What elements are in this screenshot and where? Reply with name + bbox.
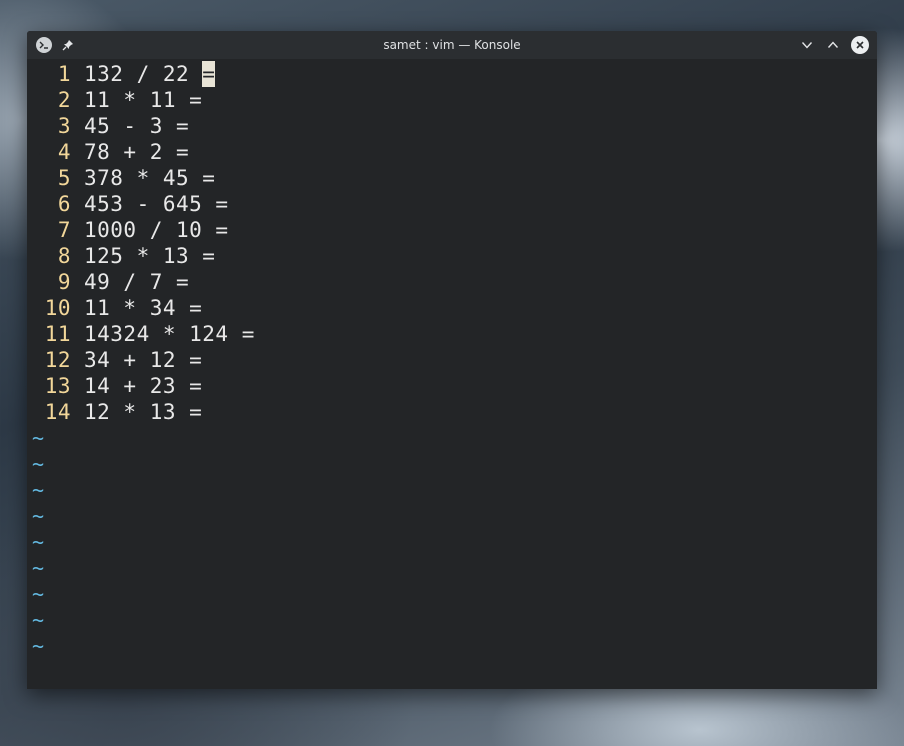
editor-line: 14 12 * 13 = — [27, 399, 877, 425]
editor-line: 12 34 + 12 = — [27, 347, 877, 373]
line-number: 11 — [44, 322, 71, 346]
editor-line: 11 14324 * 124 = — [27, 321, 877, 347]
editor-line: 6 453 - 645 = — [27, 191, 877, 217]
editor-line: 7 1000 / 10 = — [27, 217, 877, 243]
line-number: 5 — [57, 166, 71, 190]
line-number: 14 — [44, 400, 71, 424]
line-number: 10 — [44, 296, 71, 320]
terminal-icon[interactable] — [36, 37, 52, 53]
empty-line-marker: ~ — [32, 530, 45, 554]
editor-line: 8 125 * 13 = — [27, 243, 877, 269]
empty-line-marker: ~ — [32, 582, 45, 606]
line-text: 12 * 13 = — [84, 400, 203, 424]
empty-line-marker: ~ — [32, 426, 45, 450]
vim-editor[interactable]: 1 132 / 22 = 2 11 * 11 = 3 45 - 3 = 4 78 + 2… — [27, 59, 877, 689]
text-cursor: = — [202, 61, 216, 87]
line-number: 2 — [57, 88, 71, 112]
window-title: samet : vim — Konsole — [383, 38, 521, 52]
chevron-down-icon[interactable] — [799, 37, 815, 53]
line-text: 11 * 11 = — [84, 88, 203, 112]
line-text: 14 + 23 = — [84, 374, 203, 398]
editor-line: 13 14 + 23 = — [27, 373, 877, 399]
line-text: 78 + 2 = — [84, 140, 190, 164]
line-text: 132 / 22 — [84, 62, 203, 86]
line-number: 4 — [57, 140, 71, 164]
line-text: 49 / 7 = — [84, 270, 190, 294]
line-number: 13 — [44, 374, 71, 398]
chevron-up-icon[interactable] — [825, 37, 841, 53]
editor-line: 10 11 * 34 = — [27, 295, 877, 321]
line-text: 125 * 13 = — [84, 244, 216, 268]
line-number: 3 — [57, 114, 71, 138]
line-text: 378 * 45 = — [84, 166, 216, 190]
close-icon[interactable] — [851, 36, 869, 54]
line-number: 1 — [57, 62, 71, 86]
konsole-window: samet : vim — Konsole 1 132 / 22 = 2 11 * … — [27, 31, 877, 689]
editor-line: 1 132 / 22 = — [27, 61, 877, 87]
empty-line-marker: ~ — [32, 556, 45, 580]
line-text: 11 * 34 = — [84, 296, 203, 320]
line-text: 45 - 3 = — [84, 114, 190, 138]
pin-icon[interactable] — [61, 38, 75, 52]
line-text: 1000 / 10 = — [84, 218, 229, 242]
editor-line: 4 78 + 2 = — [27, 139, 877, 165]
empty-line-marker: ~ — [32, 452, 45, 476]
editor-line: 9 49 / 7 = — [27, 269, 877, 295]
line-number: 7 — [57, 218, 71, 242]
empty-line-marker: ~ — [32, 608, 45, 632]
line-text: 453 - 645 = — [84, 192, 229, 216]
line-number: 8 — [57, 244, 71, 268]
editor-line: 5 378 * 45 = — [27, 165, 877, 191]
line-number: 9 — [57, 270, 71, 294]
empty-line-marker: ~ — [32, 634, 45, 658]
line-number: 12 — [44, 348, 71, 372]
title-bar[interactable]: samet : vim — Konsole — [27, 31, 877, 59]
editor-line: 3 45 - 3 = — [27, 113, 877, 139]
editor-line: 2 11 * 11 = — [27, 87, 877, 113]
line-text: 14324 * 124 = — [84, 322, 255, 346]
empty-line-marker: ~ — [32, 478, 45, 502]
line-number: 6 — [57, 192, 71, 216]
line-text: 34 + 12 = — [84, 348, 203, 372]
empty-line-marker: ~ — [32, 504, 45, 528]
